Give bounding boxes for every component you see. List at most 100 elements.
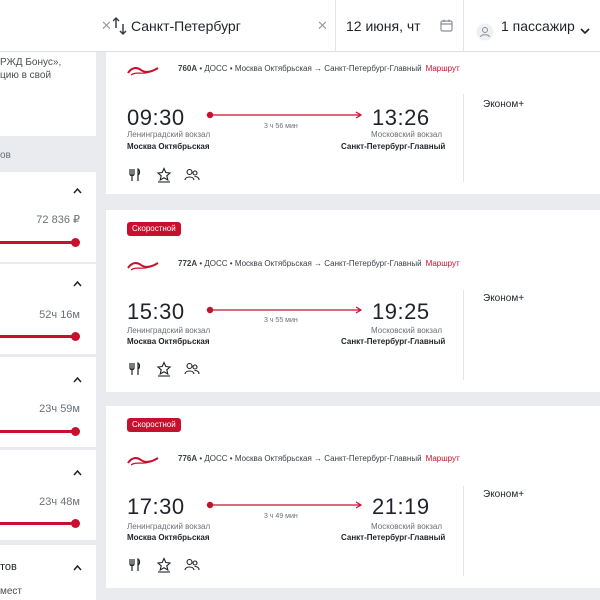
departure-city: Москва Октябрьская	[127, 533, 210, 542]
range-handle[interactable]	[71, 519, 80, 528]
departure-filter-value: 23ч 59м	[39, 403, 80, 415]
clear-from-icon[interactable]: ✕	[101, 18, 112, 34]
arrival-time: 13:26	[372, 105, 430, 130]
route-text: Москва Октябрьская → Санкт-Петербург-Гла…	[234, 454, 422, 463]
sapsan-logo-icon	[127, 67, 159, 76]
date-value: 12 июня, чт	[346, 18, 421, 34]
range-handle[interactable]	[71, 332, 80, 341]
car-class[interactable]: Эконом+	[483, 99, 524, 110]
to-city-value: Санкт-Петербург	[131, 18, 241, 34]
route-link[interactable]: Маршрут	[426, 259, 460, 268]
departure-time: 09:30	[127, 105, 185, 130]
train-card[interactable]: 760А • ДОСС • Москва Октябрьская → Санкт…	[106, 52, 600, 194]
speed-badge: Скоростной	[127, 418, 181, 432]
to-city-field[interactable]: Санкт-Петербург	[131, 0, 241, 52]
departure-filter: 23ч 59м	[0, 357, 96, 447]
duration: 3 ч 49 мин	[264, 513, 298, 520]
loyalty-star-icon	[156, 361, 172, 377]
price-filter: 72 836 ₽	[0, 172, 96, 262]
departure-station: Ленинградский вокзал	[127, 522, 211, 531]
restaurant-icon	[129, 168, 141, 181]
range-track	[0, 241, 76, 244]
date-field[interactable]: 12 июня, чт	[346, 0, 421, 52]
chevron-up-icon[interactable]	[73, 281, 82, 287]
duration: 3 ч 55 мин	[264, 317, 298, 324]
route-link[interactable]: Маршрут	[426, 64, 460, 73]
route-arrow-icon	[206, 306, 363, 314]
chevron-down-icon[interactable]	[580, 28, 590, 34]
chevron-up-icon[interactable]	[73, 470, 82, 476]
range-track	[0, 522, 76, 525]
divider	[463, 290, 464, 380]
filters-sidebar: РЖД Бонус», цию в свой ов 72 836 ₽ 52ч 1…	[0, 52, 96, 600]
sapsan-logo-icon	[127, 457, 159, 466]
arrival-filter-value: 23ч 48м	[39, 496, 80, 508]
duration: 3 ч 56 мин	[264, 123, 298, 130]
passengers-field[interactable]: 1 пассажир	[501, 0, 575, 52]
promo-line: РЖД Бонус»,	[0, 57, 62, 68]
arrival-station: Московский вокзал	[371, 522, 443, 531]
range-track	[0, 335, 76, 338]
clear-to-icon[interactable]: ✕	[317, 18, 328, 34]
car-class[interactable]: Эконом+	[483, 489, 524, 500]
train-info: 772А • ДОСС • Москва Октябрьская → Санкт…	[178, 259, 460, 268]
route-text: Москва Октябрьская → Санкт-Петербург-Гла…	[234, 64, 422, 73]
train-card[interactable]: Скоростной 772А • ДОСС • Москва Октябрьс…	[106, 210, 600, 392]
promo-line: цию в свой	[0, 70, 52, 81]
restaurant-icon	[129, 558, 141, 571]
arrival-time: 21:19	[372, 494, 430, 519]
carrier: ДОСС	[204, 259, 228, 268]
car-class[interactable]: Эконом+	[483, 293, 524, 304]
seats-filter: тов мест	[0, 545, 96, 600]
seats-filter-title: тов	[0, 561, 17, 573]
arrival-time: 19:25	[372, 299, 430, 324]
departure-time: 15:30	[127, 299, 185, 324]
passengers-icon	[184, 558, 200, 571]
arrival-city: Санкт-Петербург-Главный	[341, 337, 446, 346]
passengers-icon	[184, 168, 200, 181]
arrival-city: Санкт-Петербург-Главный	[341, 142, 446, 151]
divider	[335, 0, 336, 52]
route-text: Москва Октябрьская → Санкт-Петербург-Гла…	[234, 259, 422, 268]
duration-filter-value: 52ч 16м	[39, 309, 80, 321]
loyalty-star-icon	[156, 557, 172, 573]
passengers-icon	[184, 362, 200, 375]
sidebar-tab[interactable]: ов	[0, 138, 96, 172]
sapsan-logo-icon	[127, 262, 159, 271]
seats-filter-sub: мест	[0, 586, 23, 597]
swap-icon[interactable]	[113, 16, 127, 36]
divider	[463, 486, 464, 576]
chevron-up-icon[interactable]	[73, 188, 82, 194]
duration-filter: 52ч 16м	[0, 264, 96, 354]
restaurant-icon	[129, 362, 141, 375]
train-number: 760А	[178, 64, 198, 73]
divider	[463, 94, 464, 182]
passengers-value: 1 пассажир	[501, 18, 575, 34]
train-info: 776А • ДОСС • Москва Октябрьская → Санкт…	[178, 454, 460, 463]
divider	[463, 0, 464, 52]
loyalty-star-icon	[156, 167, 172, 183]
search-bar: ✕ Санкт-Петербург ✕ 12 июня, чт 1 пассаж…	[0, 0, 600, 52]
speed-badge: Скоростной	[127, 222, 181, 236]
range-handle[interactable]	[71, 427, 80, 436]
route-link[interactable]: Маршрут	[426, 454, 460, 463]
calendar-icon[interactable]	[440, 19, 453, 32]
carrier: ДОСС	[204, 454, 228, 463]
range-track	[0, 430, 76, 433]
train-number: 776А	[178, 454, 198, 463]
arrival-filter: 23ч 48м	[0, 450, 96, 540]
chevron-up-icon[interactable]	[73, 377, 82, 383]
arrival-city: Санкт-Петербург-Главный	[341, 533, 446, 542]
range-handle[interactable]	[71, 238, 80, 247]
sidebar-tab-label: ов	[0, 150, 11, 161]
person-icon	[476, 23, 494, 41]
chevron-up-icon[interactable]	[73, 565, 82, 571]
train-info: 760А • ДОСС • Москва Октябрьская → Санкт…	[178, 64, 460, 73]
arrival-station: Московский вокзал	[371, 326, 443, 335]
train-number: 772А	[178, 259, 198, 268]
bonus-promo: РЖД Бонус», цию в свой	[0, 52, 96, 136]
route-arrow-icon	[206, 501, 363, 509]
departure-city: Москва Октябрьская	[127, 337, 210, 346]
train-card[interactable]: Скоростной 776А • ДОСС • Москва Октябрьс…	[106, 406, 600, 588]
route-arrow-icon	[206, 111, 363, 119]
